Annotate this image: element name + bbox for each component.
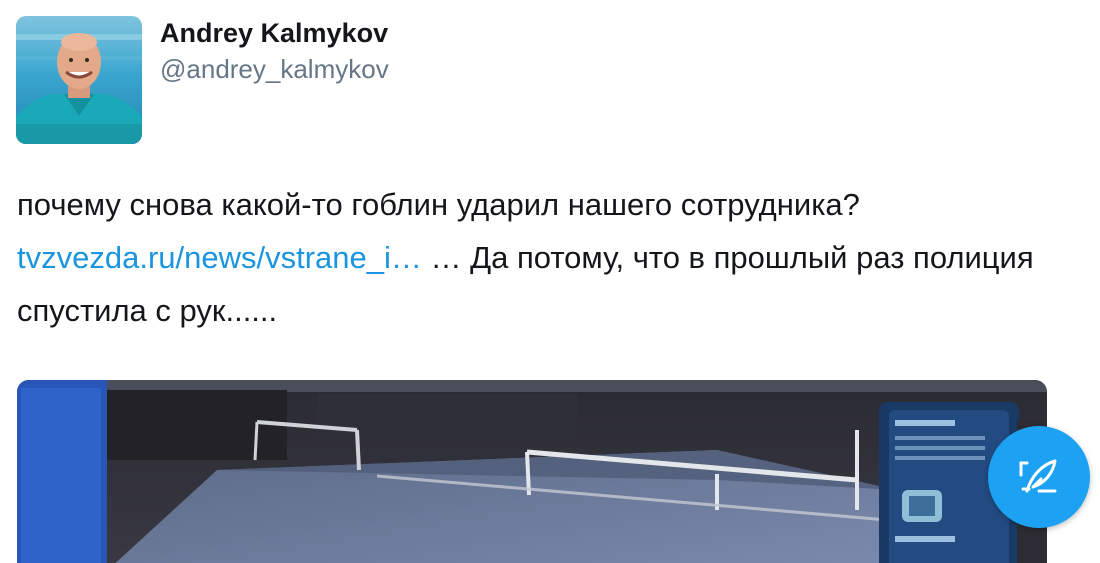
tweet-text-part1: почему снова какой-то гоблин ударил наше…	[17, 187, 860, 222]
user-handle[interactable]: @andrey_kalmykov	[160, 51, 389, 87]
tweet-media-image[interactable]	[17, 380, 1047, 563]
avatar-photo	[16, 16, 142, 144]
tweet-header: Andrey Kalmykov @andrey_kalmykov	[16, 16, 389, 144]
compose-feather-icon	[1019, 459, 1057, 493]
user-names: Andrey Kalmykov @andrey_kalmykov	[160, 18, 389, 87]
tweet-link[interactable]: tvzvezda.ru/news/vstrane_i…	[17, 240, 422, 275]
display-name[interactable]: Andrey Kalmykov	[160, 18, 389, 48]
compose-tweet-button[interactable]	[988, 426, 1090, 528]
cctv-frame	[17, 380, 1047, 563]
tweet-detail-page: Andrey Kalmykov @andrey_kalmykov почему …	[0, 0, 1100, 563]
avatar[interactable]	[16, 16, 142, 144]
tweet-text: почему снова какой-то гоблин ударил наше…	[17, 178, 1077, 337]
